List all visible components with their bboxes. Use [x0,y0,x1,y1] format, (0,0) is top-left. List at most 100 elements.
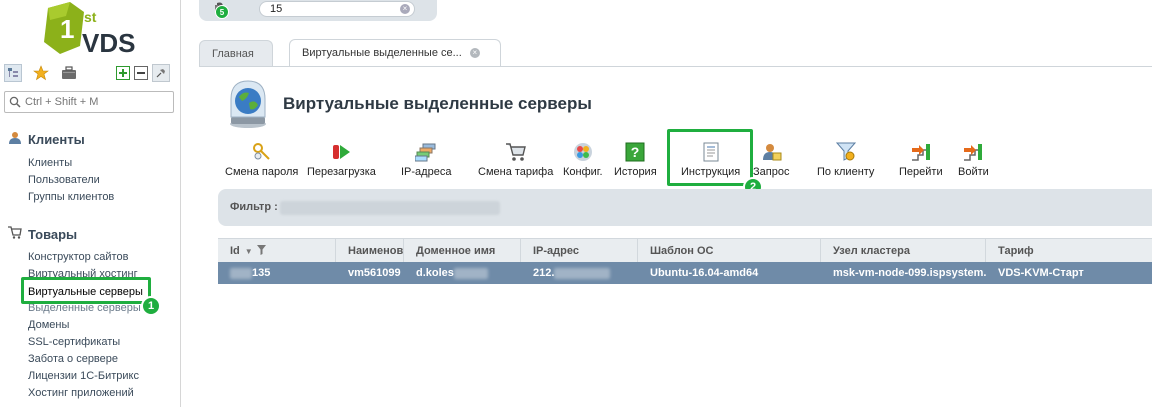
users-icon [8,131,22,148]
sidebar-item-client-groups[interactable]: Группы клиентов [28,191,114,203]
column-tariff[interactable]: Тариф [986,239,1152,263]
goto-icon [910,141,932,163]
sidebar-item-clients[interactable]: Клиенты [28,157,72,169]
sidebar-item-domains[interactable]: Домены [28,319,69,331]
goto-label: Перейти [899,166,943,178]
svg-text:st: st [84,9,97,25]
tabs-bar: Главная Виртуальные выделенные се... × [199,36,1152,66]
collapse-all-icon[interactable] [132,64,150,82]
column-id-label: Id [230,245,240,257]
sidebar-item-users[interactable]: Пользователи [28,174,100,186]
filter-bar[interactable]: Фильтр : [218,189,1152,226]
column-os-template[interactable]: Шаблон ОС [638,239,821,263]
column-domain[interactable]: Доменное имя [404,239,521,263]
sidebar-item-server-care[interactable]: Забота о сервере [28,353,118,365]
cell-cluster-node: msk-vm-node-099.ispsystem.n [833,267,986,279]
cell-id-value: 135 [252,267,271,279]
ip-addresses-label: IP-адреса [401,166,452,178]
top-bar: 5 15 × [199,0,437,21]
column-ip[interactable]: IP-адрес [521,239,638,263]
cell-id: 135 [218,262,336,284]
search-icon [9,96,21,111]
change-tariff-button[interactable]: Смена тарифа [478,141,553,178]
search-input[interactable] [25,94,170,110]
sidebar-item-virtual-servers[interactable]: Виртуальные серверы [28,286,143,298]
filter-label: Фильтр : [230,201,278,213]
sidebar-search[interactable] [4,91,174,113]
top-search-value: 15 [270,3,283,15]
request-button[interactable]: Запрос [753,141,789,178]
ip-addresses-icon [415,141,437,163]
tab-home[interactable]: Главная [199,40,273,66]
request-icon [760,141,782,163]
sidebar-item-app-hosting[interactable]: Хостинг приложений [28,387,134,399]
sort-desc-icon[interactable]: ▼ [245,247,253,256]
sidebar-item-bitrix-licenses[interactable]: Лицензии 1С-Битрикс [28,370,139,382]
cell-ip: 212. [521,262,638,284]
pin-icon[interactable] [152,64,170,82]
cell-tariff: VDS-KVM-Старт [998,267,1084,279]
column-filter-icon[interactable] [256,244,266,258]
history-label: История [614,166,657,178]
logo: 1 st VDS [40,2,140,60]
by-client-button[interactable]: По клиенту [817,141,874,178]
change-password-button[interactable]: Смена пароля [225,141,298,178]
column-name[interactable]: Наименов [336,239,404,263]
tab-virtual-servers[interactable]: Виртуальные выделенные се... × [289,39,501,66]
sidebar: 1 st VDS Ctrl + Shift + M Клиенты Клиент… [0,0,181,407]
restart-button[interactable]: Перезагрузка [307,141,376,178]
history-icon: ? [624,141,646,163]
history-button[interactable]: ? История [614,141,657,178]
column-cluster-node[interactable]: Узел кластера [821,239,986,263]
sidebar-item-ssl[interactable]: SSL-сертификаты [28,336,120,348]
filter-client-icon [835,141,857,163]
sidebar-item-site-builder[interactable]: Конструктор сайтов [28,251,128,263]
config-icon [572,141,594,163]
table-row[interactable]: 135 vm561099 d.koles 212. Ubuntu-16.04-a… [218,262,1152,284]
column-id[interactable]: Id ▼ [218,239,336,263]
change-password-label: Смена пароля [225,166,299,178]
cell-domain: d.koles [404,262,521,284]
briefcase-icon[interactable] [60,64,78,82]
key-icon [251,141,273,163]
page-title: Виртуальные выделенные серверы [283,94,592,113]
login-button[interactable]: Войти [958,141,989,178]
cell-domain-value: d.koles [416,267,454,279]
login-icon [962,141,984,163]
top-search-field[interactable]: 15 × [259,1,415,17]
redacted [554,267,611,279]
section-title-clients: Клиенты [28,132,85,147]
cell-ip-value: 212. [533,267,555,279]
filter-value-redacted [280,201,500,215]
ip-addresses-button[interactable]: IP-адреса [401,141,451,178]
svg-text:?: ? [631,144,640,160]
globe-icon [225,79,271,129]
star-icon[interactable] [32,64,50,82]
login-label: Войти [958,166,989,178]
highlight-virtual-servers[interactable]: Виртуальные серверы [21,277,151,304]
tab-virtual-servers-label: Виртуальные выделенные се... [302,47,462,59]
redacted [230,267,252,279]
cell-name: vm561099 [348,267,401,279]
tree-view-icon[interactable] [4,64,22,82]
restart-icon [330,141,352,163]
svg-text:1: 1 [60,14,74,44]
config-button[interactable]: Конфиг. [563,141,603,178]
change-tariff-label: Смена тарифа [478,166,554,178]
svg-text:VDS: VDS [82,28,135,58]
goto-button[interactable]: Перейти [899,141,943,178]
tab-home-label: Главная [212,47,254,60]
config-label: Конфиг. [563,166,603,178]
section-products[interactable]: Товары [8,226,77,242]
section-title-products: Товары [28,226,78,242]
section-clients[interactable]: Клиенты [8,131,85,148]
cart-icon [8,226,22,242]
close-tab-icon[interactable]: × [469,48,480,58]
clear-icon[interactable]: × [400,4,410,14]
expand-all-icon[interactable] [114,64,132,82]
cart-icon [505,141,527,163]
notifications-badge: 5 [215,5,229,19]
table-header: Id ▼ Наименов Доменное имя IP-адрес Шабл… [218,238,1152,263]
by-client-label: По клиенту [817,166,875,178]
highlight-instruction [667,129,753,186]
